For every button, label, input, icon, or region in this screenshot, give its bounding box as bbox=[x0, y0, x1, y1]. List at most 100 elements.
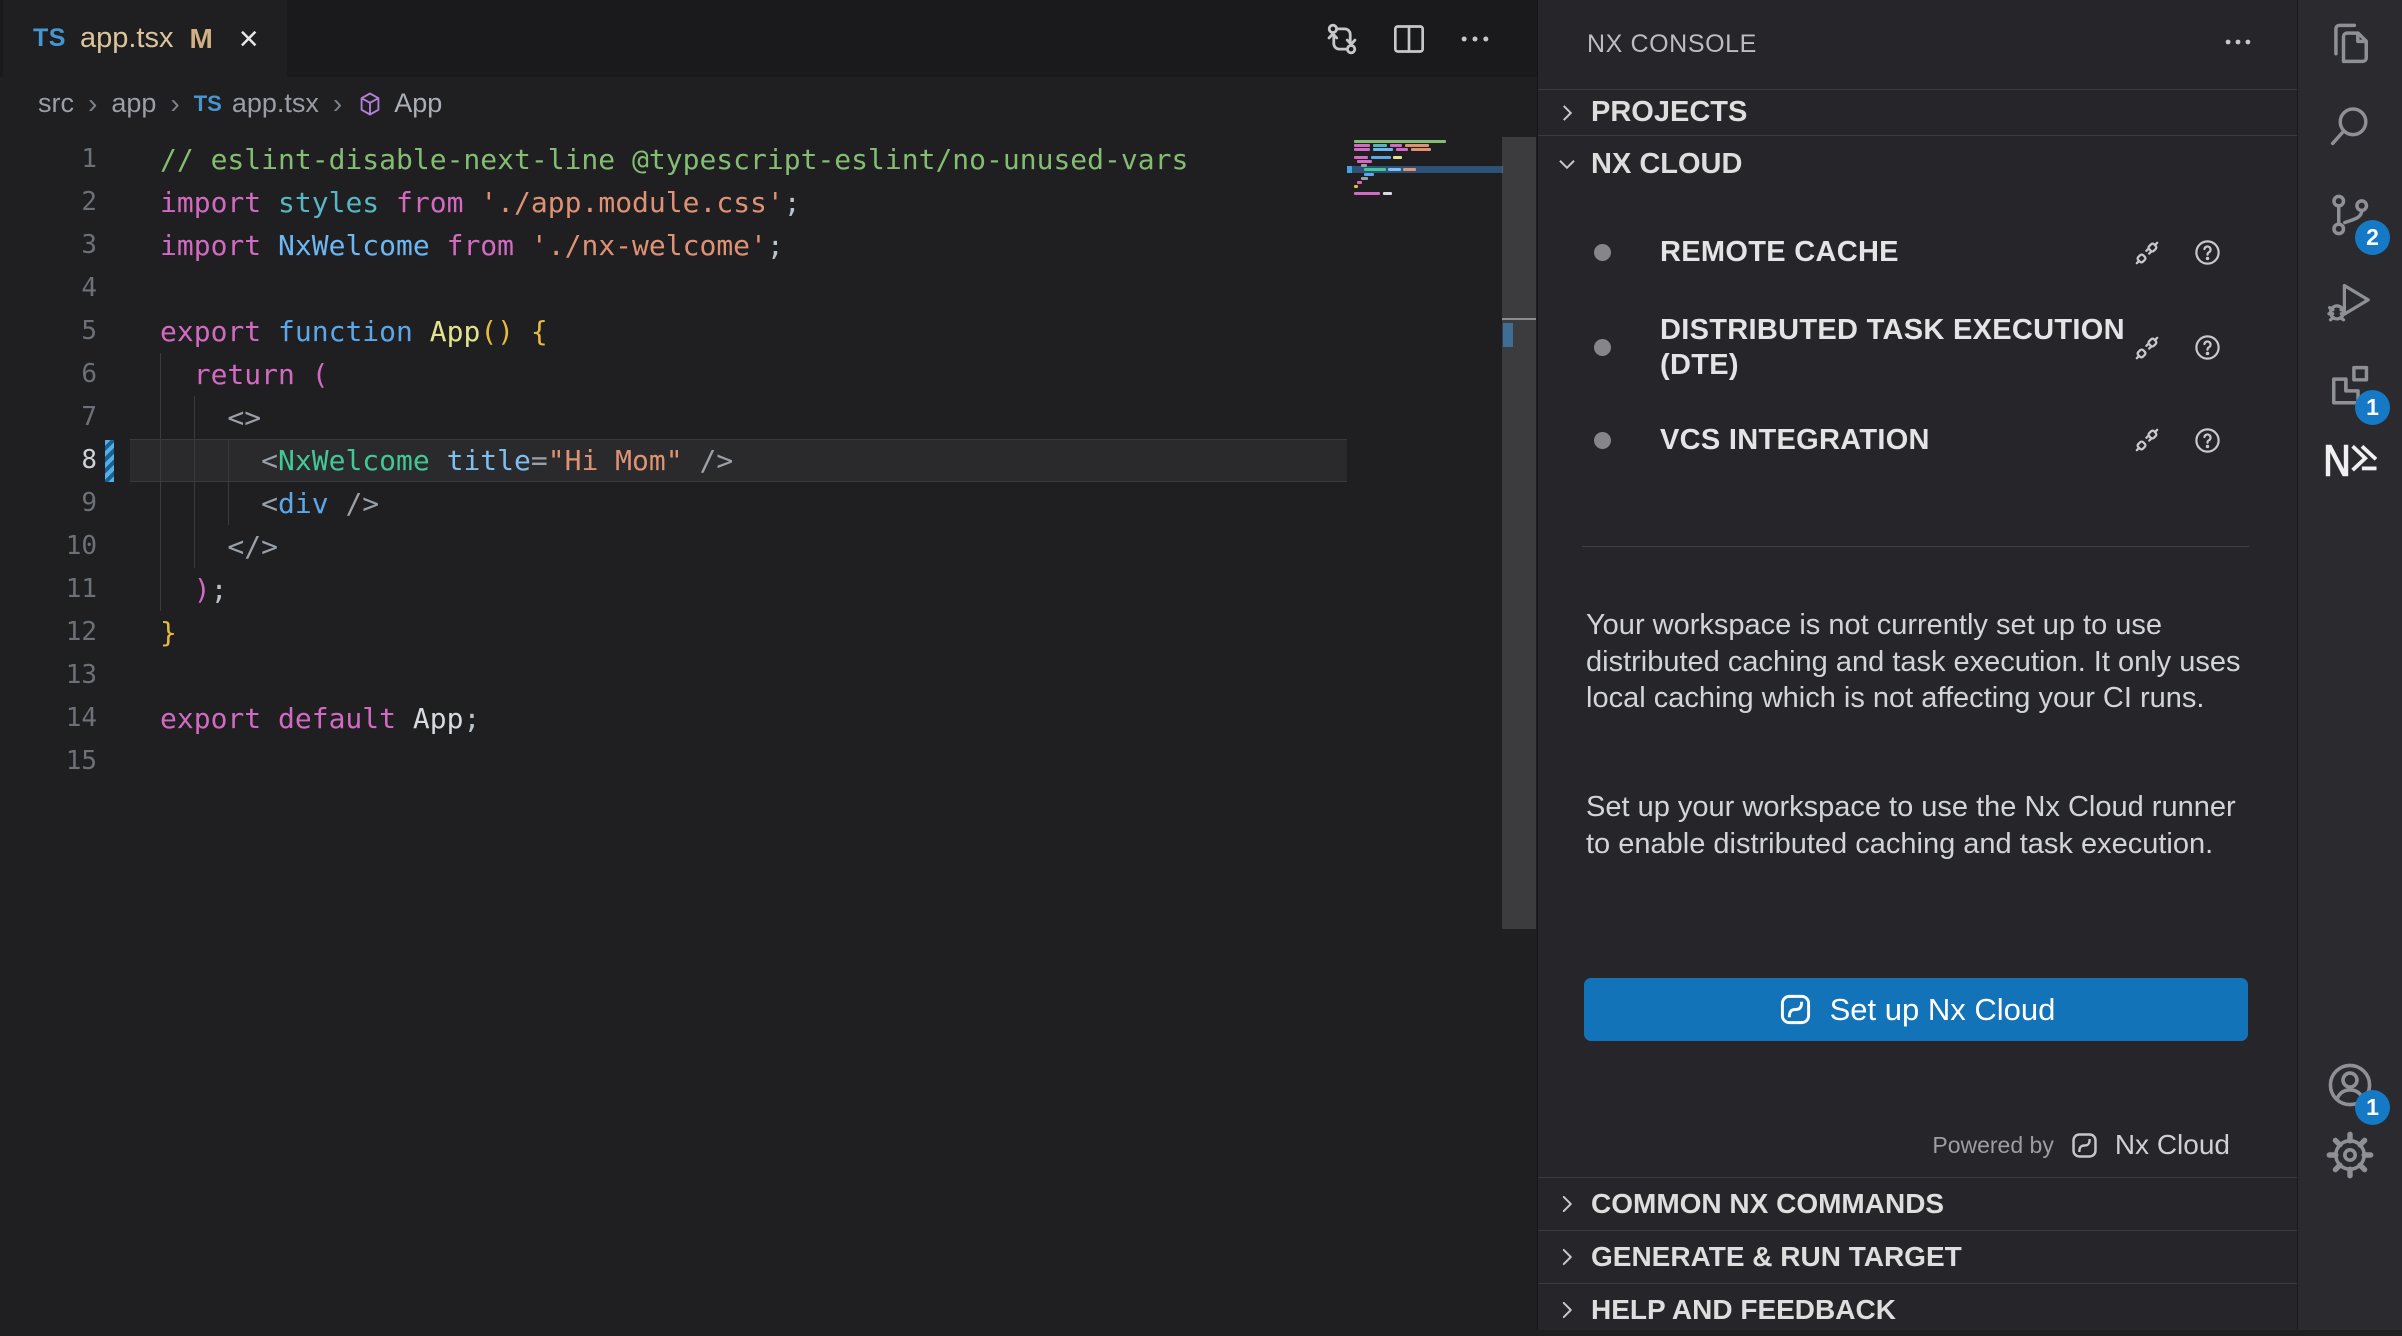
code-line-7[interactable]: 7 <> bbox=[0, 396, 1537, 439]
help-icon[interactable] bbox=[2192, 237, 2223, 268]
code-text: export function App() { bbox=[97, 310, 548, 353]
code-line-11[interactable]: 11 ); bbox=[0, 568, 1537, 611]
line-number: 5 bbox=[0, 310, 97, 353]
section-help-and-feedback[interactable]: HELP AND FEEDBACK bbox=[1538, 1283, 2297, 1336]
line-number: 13 bbox=[0, 654, 97, 697]
help-icon[interactable] bbox=[2192, 425, 2223, 456]
code-line-9[interactable]: 9 <div /> bbox=[0, 482, 1537, 525]
line-number: 2 bbox=[0, 181, 97, 224]
line-number: 15 bbox=[0, 740, 97, 783]
overview-modified-marker bbox=[1503, 323, 1513, 347]
panel-title: NX CONSOLE bbox=[1587, 30, 2221, 59]
code-text: import styles from './app.module.css'; bbox=[97, 181, 801, 224]
breadcrumb-label: app.tsx bbox=[232, 88, 319, 119]
minimap-code-bar bbox=[1357, 181, 1362, 184]
minimap-code-bar bbox=[1361, 164, 1367, 167]
editor-scrollbar[interactable] bbox=[1502, 137, 1536, 929]
minimap-code-bar bbox=[1411, 148, 1431, 151]
code-line-1[interactable]: 1// eslint-disable-next-line @typescript… bbox=[0, 138, 1537, 181]
split-editor-icon[interactable] bbox=[1389, 19, 1429, 59]
breadcrumb-separator: › bbox=[87, 88, 98, 120]
status-dot-icon bbox=[1594, 339, 1611, 356]
breadcrumb-label: app bbox=[111, 88, 156, 119]
minimap-code-bar bbox=[1354, 140, 1446, 143]
section-label: HELP AND FEEDBACK bbox=[1591, 1294, 1896, 1326]
code-editor[interactable]: 1// eslint-disable-next-line @typescript… bbox=[0, 130, 1537, 1330]
breadcrumb-item-app[interactable]: App bbox=[356, 88, 442, 119]
code-line-15[interactable]: 15 bbox=[0, 740, 1537, 783]
activity-settings[interactable] bbox=[2314, 1119, 2386, 1191]
overview-cursor-marker bbox=[1502, 318, 1536, 320]
code-line-3[interactable]: 3import NxWelcome from './nx-welcome'; bbox=[0, 224, 1537, 267]
notification-badge: 1 bbox=[2355, 390, 2390, 425]
activity-run-and-debug[interactable] bbox=[2314, 266, 2386, 338]
section-generate-run-target[interactable]: GENERATE & RUN TARGET bbox=[1538, 1230, 2297, 1283]
feature-row-distributed-task-execution-dte-: DISTRIBUTED TASK EXECUTION (DTE) bbox=[1538, 300, 2297, 395]
line-number: 11 bbox=[0, 568, 97, 611]
code-line-8[interactable]: 8 <NxWelcome title="Hi Mom" /> bbox=[0, 439, 1537, 482]
more-actions-icon[interactable] bbox=[2221, 25, 2255, 64]
minimap-code-bar bbox=[1383, 192, 1392, 195]
section-projects-label: PROJECTS bbox=[1591, 96, 1747, 129]
setup-nx-cloud-button[interactable]: Set up Nx Cloud bbox=[1584, 978, 2248, 1041]
code-line-14[interactable]: 14export default App; bbox=[0, 697, 1537, 740]
activity-explorer[interactable] bbox=[2314, 8, 2386, 80]
code-line-5[interactable]: 5export function App() { bbox=[0, 310, 1537, 353]
code-line-12[interactable]: 12} bbox=[0, 611, 1537, 654]
open-changes-icon[interactable] bbox=[1321, 18, 1363, 60]
minimap-code-bar bbox=[1390, 144, 1402, 147]
line-number: 9 bbox=[0, 482, 97, 525]
more-actions-icon[interactable] bbox=[1455, 19, 1495, 59]
close-tab-icon[interactable]: × bbox=[239, 22, 259, 56]
feature-row-remote-cache: REMOTE CACHE bbox=[1538, 205, 2297, 300]
code-text: <NxWelcome title="Hi Mom" /> bbox=[97, 439, 733, 482]
section-nx-cloud[interactable]: NX CLOUD bbox=[1538, 135, 2297, 192]
code-line-6[interactable]: 6 return ( bbox=[0, 353, 1537, 396]
symbol-cube-icon bbox=[356, 90, 384, 118]
activity-source-control[interactable]: 2 bbox=[2314, 179, 2386, 251]
feature-label: VCS INTEGRATION bbox=[1660, 423, 2130, 458]
code-line-4[interactable]: 4 bbox=[0, 267, 1537, 310]
code-text bbox=[97, 267, 160, 310]
breadcrumb-item-app[interactable]: app bbox=[111, 88, 156, 119]
setup-button-label: Set up Nx Cloud bbox=[1830, 992, 2056, 1028]
minimap-code-bar bbox=[1403, 168, 1416, 171]
tab-app-tsx[interactable]: TS app.tsx M × bbox=[3, 0, 287, 77]
code-text: export default App; bbox=[97, 697, 480, 740]
code-text: // eslint-disable-next-line @typescript-… bbox=[97, 138, 1188, 181]
chevron-right-icon bbox=[1554, 100, 1580, 126]
code-line-13[interactable]: 13 bbox=[0, 654, 1537, 697]
breadcrumb-label: src bbox=[38, 88, 74, 119]
breadcrumb-item-app-tsx[interactable]: TSapp.tsx bbox=[194, 88, 319, 119]
activity-accounts[interactable]: 1 bbox=[2314, 1049, 2386, 1121]
feature-row-vcs-integration: VCS INTEGRATION bbox=[1538, 395, 2297, 485]
setup-description: Set up your workspace to use the Nx Clou… bbox=[1586, 789, 2248, 862]
code-line-10[interactable]: 10 </> bbox=[0, 525, 1537, 568]
activity-nx-console[interactable] bbox=[2314, 424, 2386, 496]
breadcrumb-item-src[interactable]: src bbox=[38, 88, 74, 119]
section-projects[interactable]: PROJECTS bbox=[1538, 89, 2297, 135]
help-icon[interactable] bbox=[2192, 332, 2223, 363]
minimap-code-bar bbox=[1388, 168, 1401, 171]
plug-connect-icon[interactable] bbox=[2130, 331, 2164, 365]
line-number: 3 bbox=[0, 224, 97, 267]
breadcrumb-separator: › bbox=[332, 88, 343, 120]
plug-connect-icon[interactable] bbox=[2130, 423, 2164, 457]
code-line-2[interactable]: 2import styles from './app.module.css'; bbox=[0, 181, 1537, 224]
activity-search[interactable] bbox=[2314, 91, 2386, 163]
section-common-nx-commands[interactable]: COMMON NX COMMANDS bbox=[1538, 1177, 2297, 1230]
collapsed-sections: COMMON NX COMMANDSGENERATE & RUN TARGET H… bbox=[1538, 1177, 2297, 1336]
activity-extensions[interactable]: 1 bbox=[2314, 349, 2386, 421]
plug-connect-icon[interactable] bbox=[2130, 236, 2164, 270]
powered-by-label: Powered by bbox=[1932, 1132, 2053, 1159]
minimap[interactable] bbox=[1347, 138, 1503, 208]
minimap-code-bar bbox=[1364, 168, 1386, 171]
status-dot-icon bbox=[1594, 432, 1611, 449]
section-nx-cloud-label: NX CLOUD bbox=[1591, 148, 1742, 181]
code-text: <div /> bbox=[97, 482, 379, 525]
notification-badge: 2 bbox=[2355, 220, 2390, 255]
code-text: <> bbox=[97, 396, 261, 439]
minimap-code-bar bbox=[1361, 177, 1368, 180]
line-number: 4 bbox=[0, 267, 97, 310]
chevron-right-icon bbox=[1554, 1297, 1580, 1323]
